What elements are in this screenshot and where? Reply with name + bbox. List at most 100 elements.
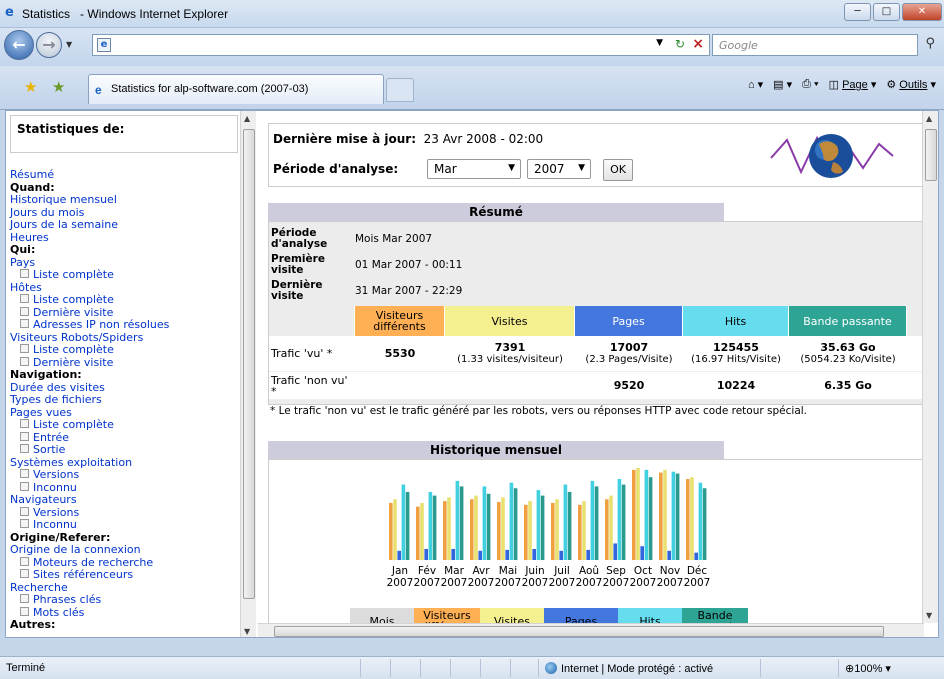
close-button[interactable]: ✕ (902, 3, 942, 21)
year-tick-label: 2007 (414, 577, 441, 589)
main-scrollbar[interactable]: ▲ ▼ (922, 111, 938, 623)
bar (443, 501, 447, 560)
month-tick-label: Nov (660, 565, 681, 577)
scroll-up-icon[interactable]: ▲ (244, 114, 250, 123)
horizontal-scroll-thumb[interactable] (274, 626, 884, 637)
bar (659, 472, 663, 560)
month-select[interactable]: Mar ▼ (427, 159, 521, 179)
horizontal-scrollbar[interactable] (258, 623, 924, 637)
stop-icon[interactable]: × (692, 36, 704, 52)
viewed-cell: 17007 (2.3 Pages/Visite) (575, 342, 683, 365)
sidebar-item[interactable]: Origine de la connexion (10, 543, 242, 557)
scroll-down-icon[interactable]: ▼ (244, 627, 250, 636)
forward-button[interactable]: → (36, 32, 62, 58)
sidebar-subitem[interactable]: Sites référenceurs (10, 568, 242, 582)
left-scrollbar[interactable]: ▲ ▼ (240, 111, 256, 637)
navigation-bar: ← → ▼ e ▼ ↻ × Google ⚲ (0, 28, 944, 66)
grid-header-cell: Pages (575, 306, 683, 336)
sidebar-item[interactable]: Types de fichiers (10, 393, 242, 407)
security-zone[interactable]: Internet | Mode protégé : activé (545, 662, 713, 675)
sidebar-item[interactable]: Résumé (10, 168, 242, 182)
bar (416, 506, 420, 560)
page-menu[interactable]: ◫ Page ▾ (829, 78, 877, 91)
period-row-value: Mois Mar 2007 (355, 233, 433, 245)
viewed-traffic-row: Trafic 'vu' * 5530 7391 (1.33 visites/visit… (269, 336, 924, 372)
search-placeholder: Google (719, 39, 758, 52)
bar (586, 549, 590, 560)
month-tick-label: Juin (524, 565, 544, 577)
sidebar-subitem[interactable]: Liste complète (10, 268, 242, 282)
bar (567, 491, 572, 560)
period-row-label: Période d'analyse (271, 227, 328, 250)
sidebar-item[interactable]: Heures (10, 231, 242, 245)
traffic-grid: Visiteurs différents Visites Pages Hits Band… (269, 306, 924, 400)
month-tick-label: Jan (391, 565, 408, 577)
year-tick-label: 2007 (657, 577, 684, 589)
refresh-icon[interactable]: ↻ (675, 37, 685, 51)
bar (509, 482, 514, 560)
grid-header-cell: Hits (683, 306, 789, 336)
bar (524, 504, 528, 560)
sidebar-item[interactable]: Historique mensuel (10, 193, 242, 207)
bar (478, 550, 482, 560)
zoom-control[interactable]: ⊕100% ▾ (845, 662, 891, 675)
main-scroll-down-icon[interactable]: ▼ (926, 611, 932, 620)
sidebar-subitem[interactable]: Liste complète (10, 418, 242, 432)
grid-header-cell: Visiteurs différents (355, 306, 445, 336)
tab-statistics[interactable]: e Statistics for alp-software.com (2007-… (88, 74, 384, 104)
print-icon[interactable]: ⎙ ▾ (802, 78, 818, 91)
viewed-value: 5530 (384, 346, 416, 360)
feeds-icon[interactable]: ▤ ▾ (773, 78, 792, 91)
bar (621, 484, 626, 560)
bar (663, 469, 667, 560)
address-dropdown-icon[interactable]: ▼ (656, 38, 663, 48)
globe-logo-icon (770, 134, 894, 178)
month-tick-label: Juil (553, 565, 570, 577)
main-scroll-thumb[interactable] (925, 129, 937, 181)
sidebar-subitem[interactable]: Phrases clés (10, 593, 242, 607)
bar (501, 497, 505, 560)
bar (420, 502, 424, 560)
sidebar-subitem[interactable]: Inconnu (10, 518, 242, 532)
sidebar-subitem[interactable]: Liste complète (10, 293, 242, 307)
bar (636, 468, 640, 560)
viewed-cell: 35.63 Go (5054.23 Ko/Visite) (789, 342, 907, 365)
bar (605, 499, 609, 560)
back-button[interactable]: ← (4, 30, 34, 60)
left-scroll-thumb[interactable] (243, 129, 255, 599)
bar (582, 501, 586, 560)
history-section: Historique mensuel (268, 441, 924, 459)
sidebar-item[interactable]: Jours de la semaine (10, 218, 242, 232)
sidebar-item[interactable]: Navigateurs (10, 493, 242, 507)
bar (694, 552, 698, 560)
bar (609, 495, 613, 560)
notviewed-cell: 10224 (716, 379, 756, 392)
bar (690, 477, 694, 560)
address-bar[interactable]: e ▼ ↻ × (92, 34, 710, 56)
year-tick-label: 2007 (630, 577, 657, 589)
sidebar-subitem[interactable]: Versions (10, 468, 242, 482)
bar (686, 479, 690, 560)
header-box: Dernière mise à jour: 23 Avr 2008 - 02:0… (268, 123, 924, 187)
sidebar-subitem[interactable]: Liste complète (10, 343, 242, 357)
search-icon[interactable]: ⚲ (925, 36, 935, 51)
window-title: Statistics - Windows Internet Explorer (22, 7, 229, 21)
main-scroll-up-icon[interactable]: ▲ (926, 114, 932, 123)
home-icon[interactable]: ⌂ ▾ (748, 78, 763, 91)
maximize-button[interactable]: □ (873, 3, 900, 21)
favorites-icon[interactable]: ★ (24, 78, 37, 96)
summary-table: Période d'analyse Mois Mar 2007 Première … (268, 221, 924, 405)
sidebar-subitem[interactable]: Adresses IP non résolues (10, 318, 242, 332)
add-favorites-icon[interactable]: ★ (52, 78, 65, 96)
bar (513, 488, 518, 560)
bar (459, 486, 464, 560)
minimize-button[interactable]: ─ (844, 3, 871, 21)
bar (528, 501, 532, 560)
new-tab-button[interactable] (386, 78, 414, 102)
year-select[interactable]: 2007 ▼ (527, 159, 591, 179)
sidebar-subitem[interactable]: Sortie (10, 443, 242, 457)
ok-button[interactable]: OK (603, 159, 633, 181)
search-input[interactable]: Google ⚲ (712, 34, 935, 56)
tools-menu[interactable]: ⚙ Outils ▾ (886, 78, 936, 91)
history-dropdown-icon[interactable]: ▼ (66, 40, 72, 49)
